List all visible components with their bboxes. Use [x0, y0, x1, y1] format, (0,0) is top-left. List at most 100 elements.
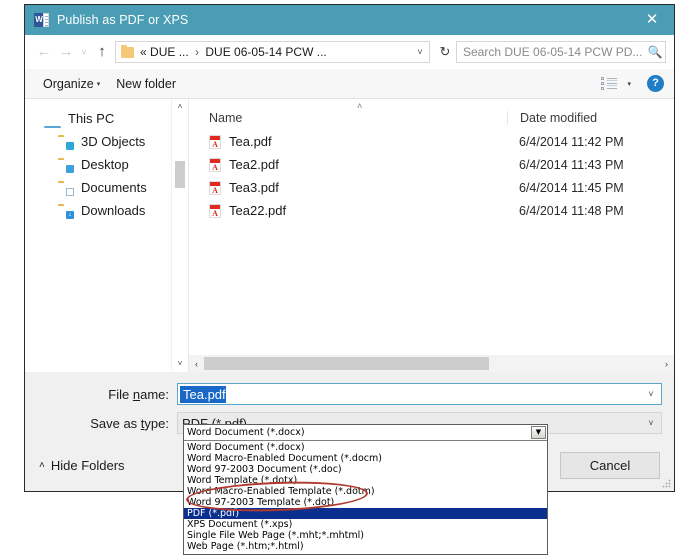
file-name-row: File name: Tea.pdf ˅: [25, 381, 674, 407]
file-name-value[interactable]: Tea.pdf: [180, 386, 226, 403]
browser-pane: This PC 3D Objects Desktop Documents: [25, 99, 674, 372]
table-row[interactable]: Tea2.pdf 6/4/2014 11:43 PM: [189, 153, 674, 176]
this-pc-icon: [45, 112, 61, 126]
scroll-up-icon[interactable]: ˄: [172, 99, 188, 115]
save-form: File name: Tea.pdf ˅ Save as type: PDF (…: [25, 372, 674, 439]
file-list-horizontal-scrollbar[interactable]: ‹ ›: [189, 355, 674, 372]
folder-downloads-icon: ↓: [58, 204, 74, 218]
sidebar-item-label: This PC: [68, 111, 114, 126]
word-icon: W: [34, 12, 50, 28]
sidebar-item-3d-objects[interactable]: 3D Objects: [25, 130, 188, 153]
save-as-type-label-part: Save as: [90, 416, 141, 431]
search-icon: 🔍: [645, 45, 665, 59]
file-list-rows: Tea.pdf 6/4/2014 11:42 PM Tea2.pdf 6/4/2…: [189, 130, 674, 355]
file-name-label-mnemonic: n: [133, 387, 140, 402]
forward-button[interactable]: →: [55, 41, 77, 63]
save-as-type-label: Save as type:: [25, 416, 177, 431]
file-type-dropdown[interactable]: Word Document (*.docx) ▼ Word Document (…: [183, 424, 548, 555]
chevron-down-icon[interactable]: ▼: [531, 426, 546, 439]
file-date-cell: 6/4/2014 11:43 PM: [507, 158, 674, 172]
file-name-label: Tea22.pdf: [229, 203, 286, 218]
cancel-button[interactable]: Cancel: [560, 452, 660, 479]
file-name-label: File name:: [25, 387, 177, 402]
chevron-down-icon[interactable]: ˅: [411, 47, 429, 57]
file-name-cell: Tea.pdf: [189, 134, 507, 149]
address-bar[interactable]: « DUE ... › DUE 06-05-14 PCW ... ˅: [115, 41, 430, 63]
file-type-option-list: Word Document (*.docx) Word Macro-Enable…: [184, 441, 547, 554]
breadcrumb: « DUE ... › DUE 06-05-14 PCW ...: [140, 45, 411, 59]
search-box[interactable]: Search DUE 06-05-14 PCW PD... 🔍: [456, 41, 666, 63]
scroll-down-icon[interactable]: ˅: [172, 356, 188, 372]
sidebar-item-documents[interactable]: Documents: [25, 176, 188, 199]
view-chevron-down-icon[interactable]: ▾: [627, 80, 631, 88]
hide-folders-label: Hide Folders: [51, 458, 125, 473]
dropdown-option-pdf[interactable]: PDF (*.pdf): [184, 508, 547, 519]
pdf-file-icon: [209, 181, 221, 195]
file-list: ˄ Name Date modified Tea.pdf 6/4/2014 11…: [188, 99, 674, 372]
dropdown-option-mht[interactable]: Single File Web Page (*.mht;*.mhtml): [184, 530, 547, 541]
file-name-label: Tea2.pdf: [229, 157, 279, 172]
file-date-cell: 6/4/2014 11:45 PM: [507, 181, 674, 195]
dropdown-option-doc[interactable]: Word 97-2003 Document (*.doc): [184, 464, 547, 475]
table-row[interactable]: Tea.pdf 6/4/2014 11:42 PM: [189, 130, 674, 153]
breadcrumb-parent[interactable]: DUE ...: [150, 45, 189, 59]
dropdown-option-htm[interactable]: Web Page (*.htm;*.html): [184, 541, 547, 552]
window-title: Publish as PDF or XPS: [57, 13, 188, 27]
file-date-cell: 6/4/2014 11:48 PM: [507, 204, 674, 218]
scrollbar-thumb[interactable]: [175, 161, 185, 188]
sidebar-item-this-pc[interactable]: This PC: [25, 107, 188, 130]
breadcrumb-separator: ›: [192, 45, 202, 59]
refresh-icon[interactable]: ↻: [434, 44, 456, 60]
help-icon[interactable]: ?: [647, 75, 664, 92]
resize-grip-icon[interactable]: [662, 479, 671, 488]
dropdown-option-xps[interactable]: XPS Document (*.xps): [184, 519, 547, 530]
scrollbar-thumb[interactable]: [204, 357, 489, 370]
sidebar-item-label: 3D Objects: [81, 134, 145, 149]
folder-documents-icon: [58, 181, 74, 195]
table-row[interactable]: Tea22.pdf 6/4/2014 11:48 PM: [189, 199, 674, 222]
sidebar-item-desktop[interactable]: Desktop: [25, 153, 188, 176]
sidebar-item-downloads[interactable]: ↓ Downloads: [25, 199, 188, 222]
dropdown-option-dotx[interactable]: Word Template (*.dotx): [184, 475, 547, 486]
new-folder-button[interactable]: New folder: [108, 77, 184, 91]
file-name-label: Tea.pdf: [229, 134, 272, 149]
breadcrumb-prefix: «: [140, 45, 147, 59]
column-header-date-modified[interactable]: Date modified: [507, 111, 674, 125]
dropdown-option-dotm[interactable]: Word Macro-Enabled Template (*.dotm): [184, 486, 547, 497]
chevron-down-icon[interactable]: ˅: [641, 418, 661, 428]
search-input[interactable]: Search DUE 06-05-14 PCW PD...: [457, 45, 645, 59]
recent-locations-button[interactable]: ˅: [77, 41, 91, 63]
title-bar: W Publish as PDF or XPS ✕: [25, 5, 674, 35]
file-type-combobox[interactable]: Word Document (*.docx) ▼: [184, 425, 547, 441]
navigation-bar: ← → ˅ ↑ « DUE ... › DUE 06-05-14 PCW ...…: [25, 35, 674, 69]
folder-3d-objects-icon: [58, 135, 74, 149]
file-name-label: Tea3.pdf: [229, 180, 279, 195]
table-row[interactable]: Tea3.pdf 6/4/2014 11:45 PM: [189, 176, 674, 199]
file-name-label-part: File: [108, 387, 133, 402]
file-name-cell: Tea3.pdf: [189, 180, 507, 195]
breadcrumb-current[interactable]: DUE 06-05-14 PCW ...: [205, 45, 326, 59]
dropdown-option-docx[interactable]: Word Document (*.docx): [184, 442, 547, 453]
hide-folders-button[interactable]: ˄ Hide Folders: [39, 458, 125, 473]
organize-button[interactable]: Organize▾: [35, 77, 108, 91]
up-button[interactable]: ↑: [91, 41, 113, 63]
column-header-name[interactable]: Name: [189, 111, 507, 125]
back-button[interactable]: ←: [33, 41, 55, 63]
scrollbar-track[interactable]: [204, 355, 659, 372]
sidebar-item-label: Documents: [81, 180, 147, 195]
chevron-down-icon[interactable]: ˅: [641, 389, 661, 399]
sidebar-scrollbar[interactable]: ˄ ˅: [171, 99, 188, 372]
scroll-right-icon[interactable]: ›: [659, 359, 674, 369]
file-name-cell: Tea22.pdf: [189, 203, 507, 218]
file-name-input[interactable]: Tea.pdf ˅: [177, 383, 662, 405]
sidebar-item-label: Downloads: [81, 203, 145, 218]
save-as-type-label-rest: ype:: [144, 416, 169, 431]
close-icon[interactable]: ✕: [630, 5, 674, 35]
dropdown-option-docm[interactable]: Word Macro-Enabled Document (*.docm): [184, 453, 547, 464]
sidebar-item-label: Desktop: [81, 157, 129, 172]
view-layout-icon[interactable]: [601, 77, 617, 90]
pdf-file-icon: [209, 158, 221, 172]
scroll-left-icon[interactable]: ‹: [189, 359, 204, 369]
chevron-down-icon: ▾: [97, 81, 101, 88]
sort-ascending-icon: ˄: [357, 101, 362, 111]
